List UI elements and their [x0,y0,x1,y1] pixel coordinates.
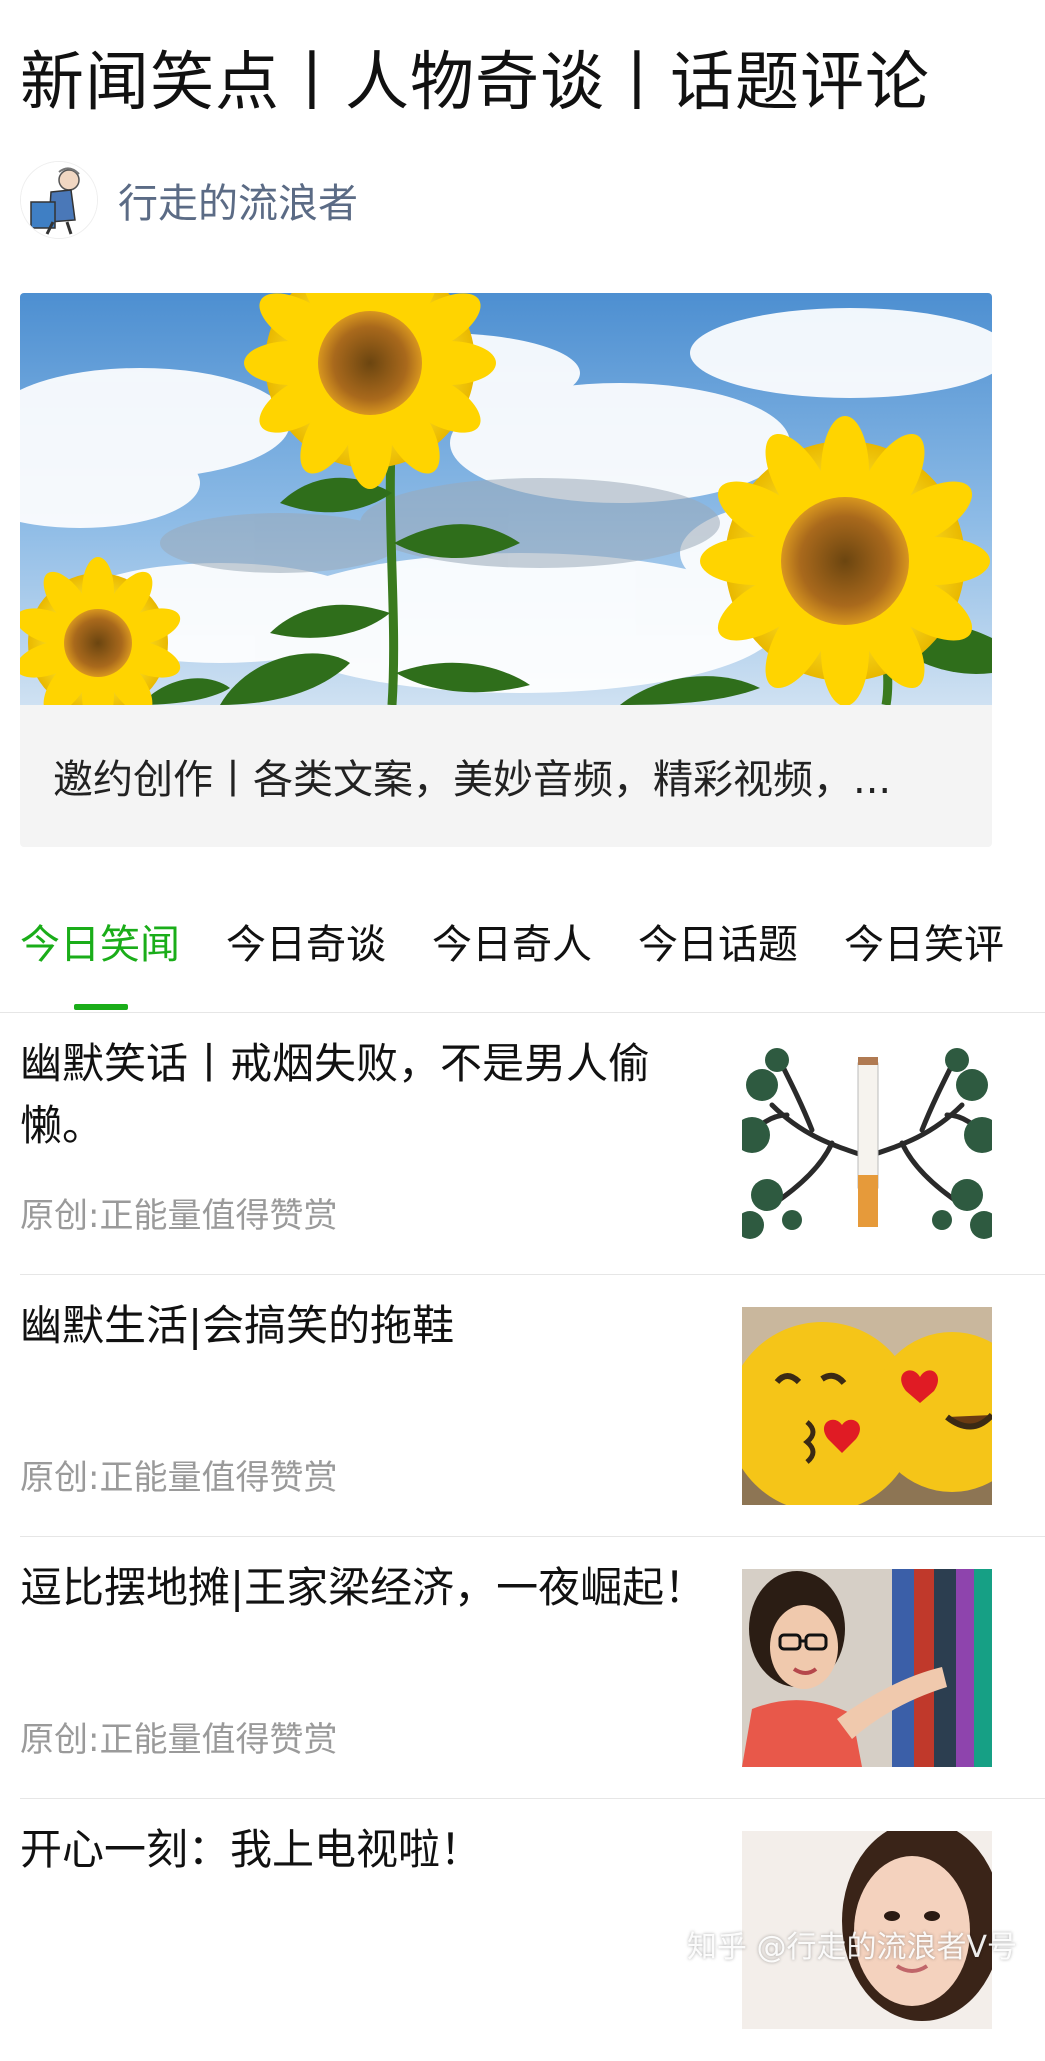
tab-label: 今日奇谈 [226,922,386,968]
emoji-slippers-image [742,1307,992,1505]
avatar[interactable] [20,161,98,239]
tab-today-stories[interactable]: 今日奇谈 [226,905,386,995]
article-thumbnail[interactable] [742,1307,992,1505]
tab-label: 今日笑闻 [20,922,180,968]
avatar-illustration [21,162,97,238]
article-title[interactable]: 幽默生活|会搞笑的拖鞋 [20,1295,710,1357]
banner-card[interactable]: 邀约创作丨各类文案，美妙音频，精彩视频，... [20,293,992,847]
woman-market-image [742,1569,992,1767]
article-meta: 原创:正能量值得赞赏 [20,1196,338,1236]
tab-label: 今日笑评 [844,922,1004,968]
article-title[interactable]: 开心一刻：我上电视啦！ [20,1819,710,1881]
lungs-cigarette-image [742,1045,992,1243]
article-thumbnail[interactable] [742,1569,992,1767]
sunflower-banner-image [20,293,992,705]
article-thumbnail[interactable] [742,1045,992,1243]
tab-today-jokes[interactable]: 今日笑闻 [20,905,180,1010]
article-title[interactable]: 逗比摆地摊|王家梁经济，一夜崛起！ [20,1557,710,1619]
tab-today-people[interactable]: 今日奇人 [432,905,592,995]
banner-caption[interactable]: 邀约创作丨各类文案，美妙音频，精彩视频，... [53,705,963,847]
author-row[interactable]: 行走的流浪者 [20,160,358,240]
tab-label: 今日话题 [638,922,798,968]
tab-bar: 今日笑闻 今日奇谈 今日奇人 今日话题 今日笑评 [20,905,1045,1015]
article-title[interactable]: 幽默笑话丨戒烟失败，不是男人偷懒。 [20,1033,710,1157]
author-name[interactable]: 行走的流浪者 [118,171,358,229]
article-item[interactable]: 幽默生活|会搞笑的拖鞋 原创:正能量值得赞赏 [20,1275,1045,1537]
active-tab-indicator [74,1004,128,1010]
article-item[interactable]: 逗比摆地摊|王家梁经济，一夜崛起！ 原创:正能量值得赞赏 [20,1537,1045,1799]
article-meta: 原创:正能量值得赞赏 [20,1458,338,1498]
tab-today-topics[interactable]: 今日话题 [638,905,798,995]
tab-label: 今日奇人 [432,922,592,968]
watermark: 知乎 @行走的流浪者V号 [686,1930,1017,1965]
article-meta: 原创:正能量值得赞赏 [20,1720,338,1760]
tab-today-comments[interactable]: 今日笑评 [844,905,1004,995]
article-item[interactable]: 幽默笑话丨戒烟失败，不是男人偷懒。 原创:正能量值得赞赏 [20,1013,1045,1275]
page-title: 新闻笑点丨人物奇谈丨话题评论 [20,46,930,120]
